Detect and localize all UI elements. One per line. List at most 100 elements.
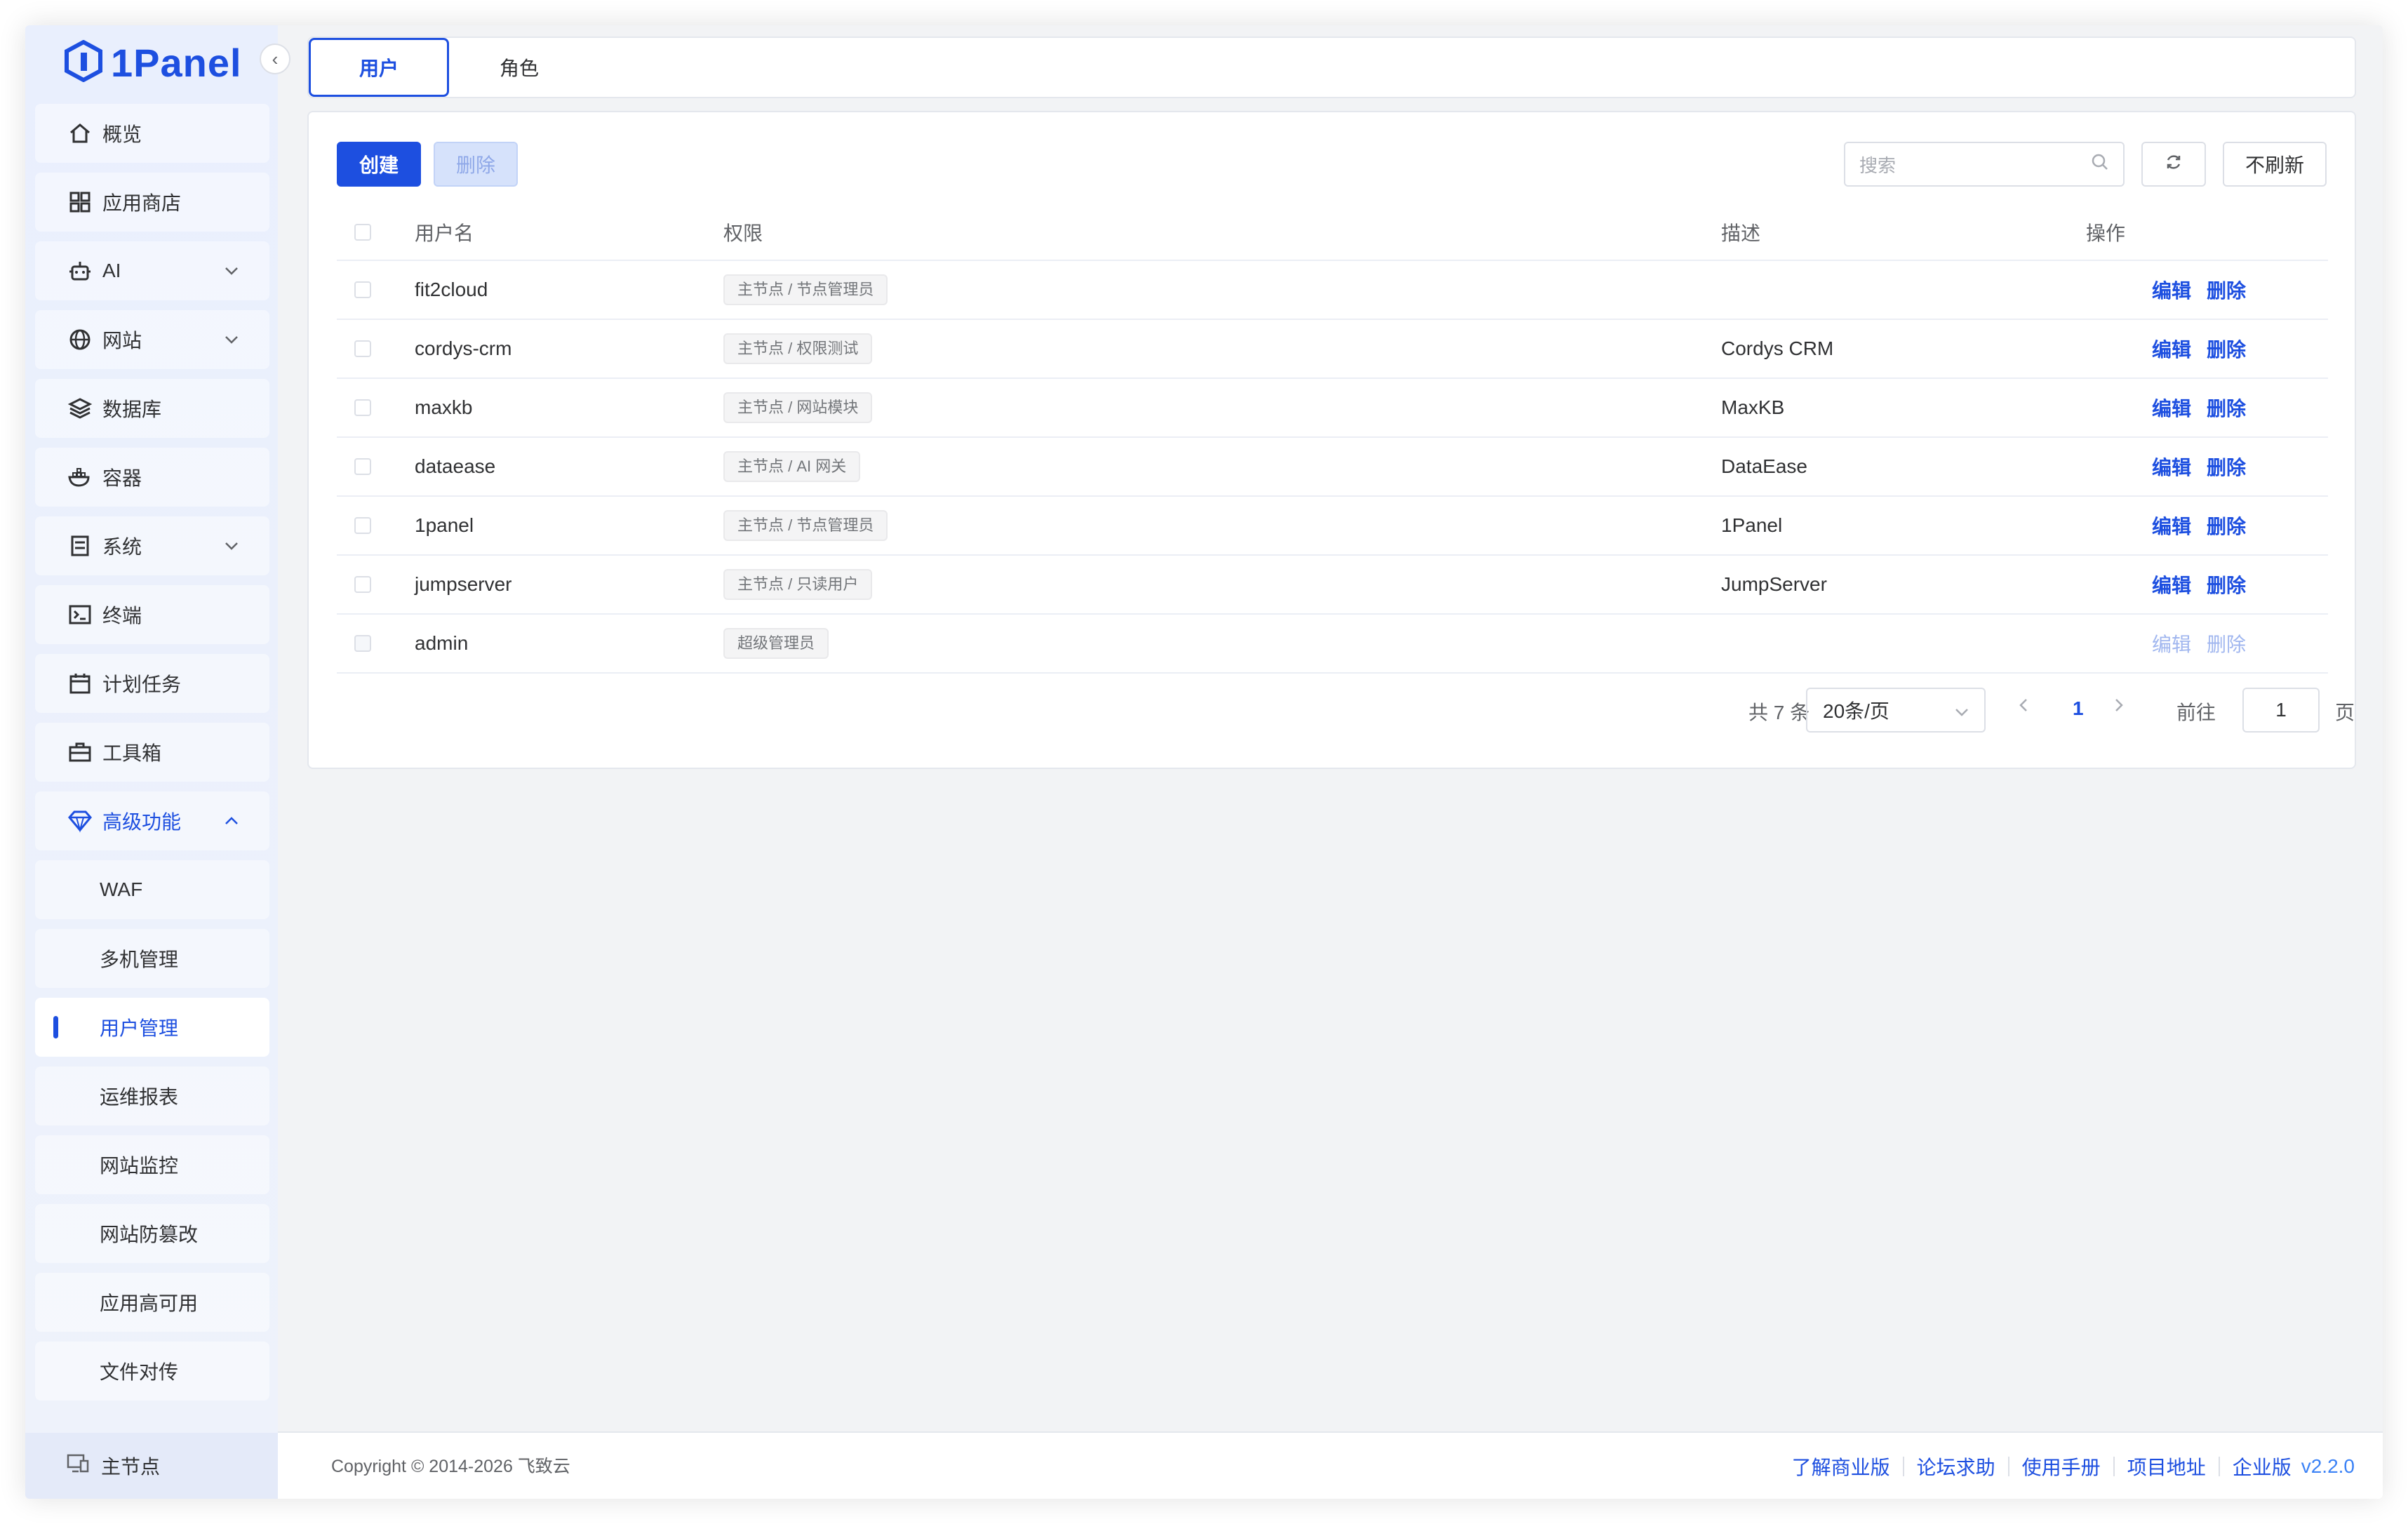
link-forum[interactable]: 论坛求助 [1917, 1452, 1995, 1480]
sidebar-subitem-ops-report[interactable]: 运维报表 [35, 1067, 269, 1125]
sidebar-item-database[interactable]: 数据库 [35, 379, 269, 438]
monitor-icon [66, 1453, 90, 1479]
delete-link[interactable]: 删除 [2207, 575, 2246, 596]
sidebar-subitem-multi-node[interactable]: 多机管理 [35, 929, 269, 988]
page-size-value: 20条/页 [1823, 700, 1889, 722]
sidebar-item-toolbox[interactable]: 工具箱 [35, 723, 269, 782]
page-size-select[interactable]: 20条/页 [1806, 688, 1986, 733]
table-row: jumpserver 主节点 / 只读用户 JumpServer 编辑 删除 [337, 555, 2328, 615]
delete-link[interactable]: 删除 [2207, 516, 2246, 537]
sidebar-item-container[interactable]: 容器 [35, 448, 269, 507]
sidebar-item-label: 系统 [102, 536, 142, 558]
sidebar-subitem-waf[interactable]: WAF [35, 860, 269, 919]
sidebar-subitem-file-transfer[interactable]: 文件对传 [35, 1342, 269, 1401]
users-panel: 创建 删除 搜索 不刷新 用户名 权限 描述 操作 fit2cloud 主节点 … [307, 111, 2356, 769]
chevron-down-icon [222, 536, 241, 556]
next-page-button[interactable] [2113, 696, 2125, 719]
description-cell: 1Panel [1720, 496, 2085, 556]
row-checkbox[interactable] [354, 281, 371, 298]
edit-link[interactable]: 编辑 [2152, 398, 2191, 420]
description-cell [1720, 260, 2085, 320]
header-permission: 权限 [723, 205, 1720, 261]
table-row: cordys-crm 主节点 / 权限测试 Cordys CRM 编辑 删除 [337, 319, 2328, 379]
sidebar-item-label: 应用商店 [102, 192, 182, 214]
auto-refresh-select[interactable]: 不刷新 [2223, 142, 2327, 187]
link-manual[interactable]: 使用手册 [2022, 1452, 2101, 1480]
node-switcher[interactable]: 主节点 [25, 1433, 278, 1499]
link-enterprise[interactable]: 企业版 [2233, 1452, 2292, 1480]
layers-icon [66, 394, 94, 422]
brand-logo[interactable]: 1Panel [65, 38, 242, 87]
edit-link[interactable]: 编辑 [2152, 339, 2191, 361]
batch-delete-button[interactable]: 删除 [434, 142, 518, 187]
select-all-checkbox[interactable] [354, 224, 371, 241]
sidebar-item-label: 终端 [102, 605, 142, 627]
username-cell: 1panel [414, 496, 723, 556]
footer: Copyright © 2014-2026 飞致云 了解商业版 论坛求助 使用手… [278, 1431, 2383, 1499]
sidebar-subitem-tamper-protection[interactable]: 网站防篡改 [35, 1204, 269, 1263]
sidebar-item-terminal[interactable]: 终端 [35, 585, 269, 644]
robot-icon [66, 257, 94, 285]
sidebar-subitem-app-ha[interactable]: 应用高可用 [35, 1273, 269, 1332]
page-unit-label: 页 [2335, 702, 2355, 723]
link-project[interactable]: 项目地址 [2127, 1452, 2206, 1480]
edit-link[interactable]: 编辑 [2152, 516, 2191, 537]
sidebar-item-website[interactable]: 网站 [35, 310, 269, 369]
tab-users[interactable]: 用户 [309, 38, 449, 97]
sidebar-item-cron[interactable]: 计划任务 [35, 654, 269, 713]
version-label: v2.2.0 [2301, 1455, 2355, 1477]
collapse-sidebar-button[interactable]: ‹ [260, 44, 290, 74]
sidebar-item-label: 网站防篡改 [100, 1224, 199, 1245]
globe-icon [66, 326, 94, 354]
sidebar-subitem-site-monitor[interactable]: 网站监控 [35, 1135, 269, 1194]
tab-roles[interactable]: 角色 [449, 38, 589, 97]
username-cell: maxkb [414, 378, 723, 438]
sidebar-item-label: 多机管理 [100, 949, 179, 970]
table-row: fit2cloud 主节点 / 节点管理员 编辑 删除 [337, 260, 2328, 320]
delete-link-disabled: 删除 [2207, 634, 2247, 655]
refresh-button[interactable] [2141, 142, 2206, 187]
docker-icon [66, 463, 94, 491]
calendar-icon [66, 669, 94, 697]
delete-link[interactable]: 删除 [2207, 339, 2246, 361]
edit-link[interactable]: 编辑 [2152, 457, 2191, 479]
delete-link[interactable]: 删除 [2207, 457, 2246, 479]
current-page[interactable]: 1 [2073, 697, 2084, 720]
row-checkbox[interactable] [354, 458, 371, 475]
sidebar-item-ai[interactable]: AI [35, 241, 269, 300]
edit-link[interactable]: 编辑 [2152, 280, 2191, 302]
goto-page-input[interactable]: 1 [2242, 688, 2320, 733]
pagination: 共 7 条 20条/页 1 前往 1 页 [309, 688, 2355, 733]
username-cell: cordys-crm [414, 319, 723, 379]
row-checkbox[interactable] [354, 576, 371, 593]
username-cell: jumpserver [414, 555, 723, 615]
sidebar-item-label: 数据库 [102, 399, 162, 420]
create-button[interactable]: 创建 [337, 142, 421, 187]
grid-icon [66, 188, 94, 216]
search-placeholder: 搜索 [1859, 154, 1897, 176]
header-actions: 操作 [2085, 205, 2328, 261]
sidebar-subitem-user-management[interactable]: 用户管理 [35, 998, 269, 1057]
sidebar-item-overview[interactable]: 概览 [35, 104, 269, 163]
edit-link[interactable]: 编辑 [2152, 575, 2191, 596]
table-header-row: 用户名 权限 描述 操作 [337, 205, 2328, 261]
search-input[interactable]: 搜索 [1844, 142, 2125, 187]
sidebar-item-system[interactable]: 系统 [35, 516, 269, 575]
delete-link[interactable]: 删除 [2207, 398, 2246, 420]
divider [2113, 1457, 2115, 1476]
sidebar-item-label: 用户管理 [100, 1017, 179, 1039]
active-indicator [53, 1016, 58, 1038]
sidebar-item-advanced[interactable]: 高级功能 [35, 791, 269, 850]
header-username[interactable]: 用户名 [414, 205, 723, 261]
row-checkbox[interactable] [354, 340, 371, 357]
row-checkbox[interactable] [354, 517, 371, 534]
description-cell: Cordys CRM [1720, 319, 2085, 379]
footer-links: 了解商业版 论坛求助 使用手册 项目地址 企业版 v2.2.0 [1792, 1452, 2355, 1480]
sidebar-item-appstore[interactable]: 应用商店 [35, 173, 269, 232]
prev-page-button[interactable] [2018, 696, 2029, 719]
link-commercial[interactable]: 了解商业版 [1792, 1452, 1890, 1480]
delete-link[interactable]: 删除 [2207, 280, 2246, 302]
sidebar-item-label: 文件对传 [100, 1361, 179, 1383]
description-cell: MaxKB [1720, 378, 2085, 438]
row-checkbox[interactable] [354, 399, 371, 416]
